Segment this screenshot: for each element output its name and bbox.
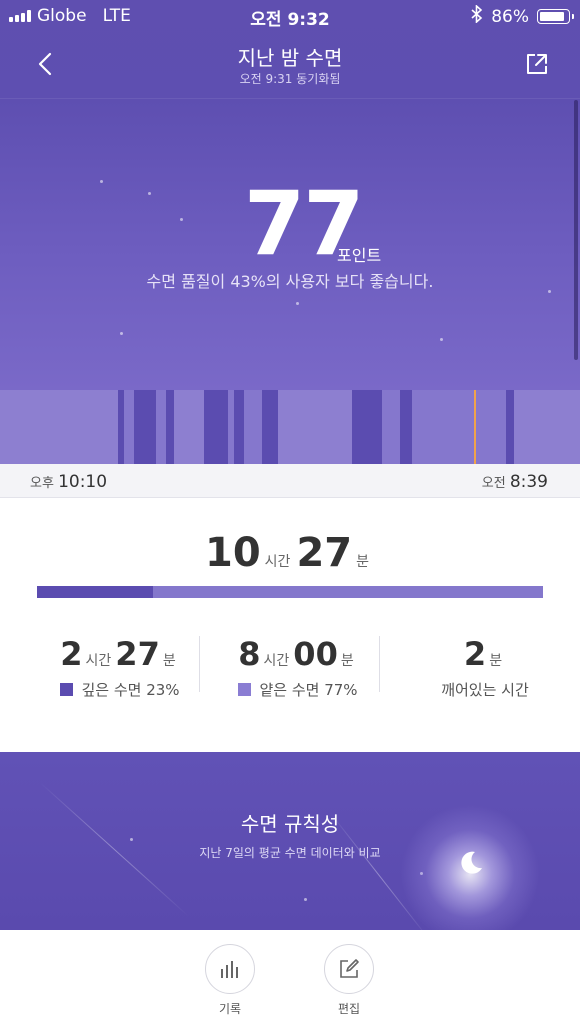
deep-minutes-unit: 분 <box>162 653 176 669</box>
bottom-tab-bar: 기록 편집 <box>0 930 580 1032</box>
duration-minutes: 27 <box>296 530 353 576</box>
light-sleep-segment <box>382 390 400 464</box>
light-minutes-unit: 분 <box>340 653 354 669</box>
star-decoration <box>120 332 123 335</box>
star-decoration <box>180 218 183 221</box>
sleep-stage-timeline[interactable] <box>0 390 580 464</box>
nav-bar: 지난 밤 수면 오전 9:31 동기화됨 <box>0 32 580 98</box>
sleep-end: 오전 8:39 <box>482 472 548 492</box>
awake-marker <box>474 390 476 464</box>
sleep-stats: 2 시간 27 분 깊은 수면 23% 8 시간 00 분 얕은 수면 77% 2분 깨어있… <box>0 635 580 699</box>
score-description: 수면 품질이 43%의 사용자 보다 좋습니다. <box>146 272 434 291</box>
score-unit: 포인트 <box>337 246 382 265</box>
star-decoration <box>100 180 103 183</box>
deep-sleep-segment <box>134 390 156 464</box>
deep-sleep-segment <box>204 390 228 464</box>
light-sleep-segment <box>476 390 506 464</box>
deep-sleep-segment <box>166 390 174 464</box>
battery-icon <box>537 9 574 24</box>
light-sleep-label: 얕은 수면 77% <box>259 681 358 699</box>
total-sleep-duration: 10 시간 27 분 <box>0 530 580 576</box>
history-button[interactable] <box>205 944 255 994</box>
deep-sleep-segment <box>262 390 278 464</box>
deep-sleep-label: 깊은 수면 23% <box>81 681 180 699</box>
sleep-time-range: 오후 10:10 오전 8:39 <box>0 464 580 498</box>
page-title: 지난 밤 수면 <box>237 46 343 70</box>
stat-divider <box>379 636 380 692</box>
star-decoration <box>130 838 133 841</box>
light-hours-unit: 시간 <box>263 653 290 669</box>
star-decoration <box>304 898 307 901</box>
deep-sleep-segment <box>352 390 382 464</box>
awake-stat: 2분 깨어있는 시간 <box>400 635 570 700</box>
sleep-start-time: 10:10 <box>58 472 108 492</box>
light-sleep-stat: 8 시간 00 분 얕은 수면 77% <box>218 635 378 700</box>
light-sleep-segment <box>412 390 474 464</box>
deep-sleep-ratio <box>37 586 154 598</box>
sleep-end-time: 8:39 <box>509 472 548 492</box>
sleep-summary-header: Globe LTE 오전 9:32 86% 지난 밤 수면 오전 9:31 동기… <box>0 0 580 464</box>
awake-minutes-unit: 분 <box>489 653 503 669</box>
light-minutes: 00 <box>293 635 338 673</box>
deep-hours-unit: 시간 <box>85 653 112 669</box>
awake-minutes: 2 <box>463 635 487 673</box>
sleep-regularity-card[interactable]: 수면 규칙성 지난 7일의 평균 수면 데이터와 비교 <box>0 752 580 930</box>
tab-edit-label: 편집 <box>337 1002 361 1016</box>
duration-hours-unit: 시간 <box>264 554 291 570</box>
bluetooth-icon <box>471 4 483 28</box>
share-button[interactable] <box>522 48 552 80</box>
light-sleep-segment <box>124 390 134 464</box>
stat-divider <box>199 636 200 692</box>
regularity-title: 수면 규칙성 <box>240 812 340 836</box>
nav-divider <box>0 98 580 99</box>
battery-percent: 86% <box>491 6 529 27</box>
star-decoration <box>296 302 299 305</box>
star-decoration <box>148 192 151 195</box>
bar-chart-icon <box>221 961 238 978</box>
share-icon <box>527 54 547 74</box>
light-sleep-legend <box>238 683 252 696</box>
tab-history[interactable]: 기록 <box>200 944 260 1017</box>
deep-sleep-segment <box>234 390 244 464</box>
deep-sleep-stat: 2 시간 27 분 깊은 수면 23% <box>40 635 200 700</box>
edit-icon <box>340 959 359 978</box>
tab-edit[interactable]: 편집 <box>319 944 379 1017</box>
deep-sleep-segment <box>400 390 412 464</box>
deep-hours: 2 <box>60 635 83 673</box>
deep-sleep-legend <box>60 683 74 696</box>
sleep-end-ampm: 오전 <box>481 476 506 491</box>
duration-hours: 10 <box>205 530 261 576</box>
sleep-start: 오후 10:10 <box>30 472 107 492</box>
scroll-indicator <box>574 100 578 360</box>
status-bar: Globe LTE 오전 9:32 86% <box>0 0 580 32</box>
edit-button[interactable] <box>324 944 374 994</box>
sleep-ratio-bar <box>37 586 543 598</box>
deep-minutes: 27 <box>115 635 160 673</box>
tab-history-label: 기록 <box>218 1002 242 1016</box>
sync-status: 오전 9:31 동기화됨 <box>239 72 341 86</box>
light-hours: 8 <box>238 635 261 673</box>
battery-level <box>540 12 564 21</box>
light-sleep-segment <box>156 390 166 464</box>
light-sleep-segment <box>244 390 262 464</box>
regularity-subtitle: 지난 7일의 평균 수면 데이터와 비교 <box>199 846 381 860</box>
status-bar-right: 86% <box>471 4 574 28</box>
awake-label: 깨어있는 시간 <box>441 681 529 699</box>
star-decoration <box>440 338 443 341</box>
deep-sleep-segment <box>506 390 514 464</box>
sleep-start-ampm: 오후 <box>30 476 54 491</box>
duration-minutes-unit: 분 <box>356 554 369 570</box>
